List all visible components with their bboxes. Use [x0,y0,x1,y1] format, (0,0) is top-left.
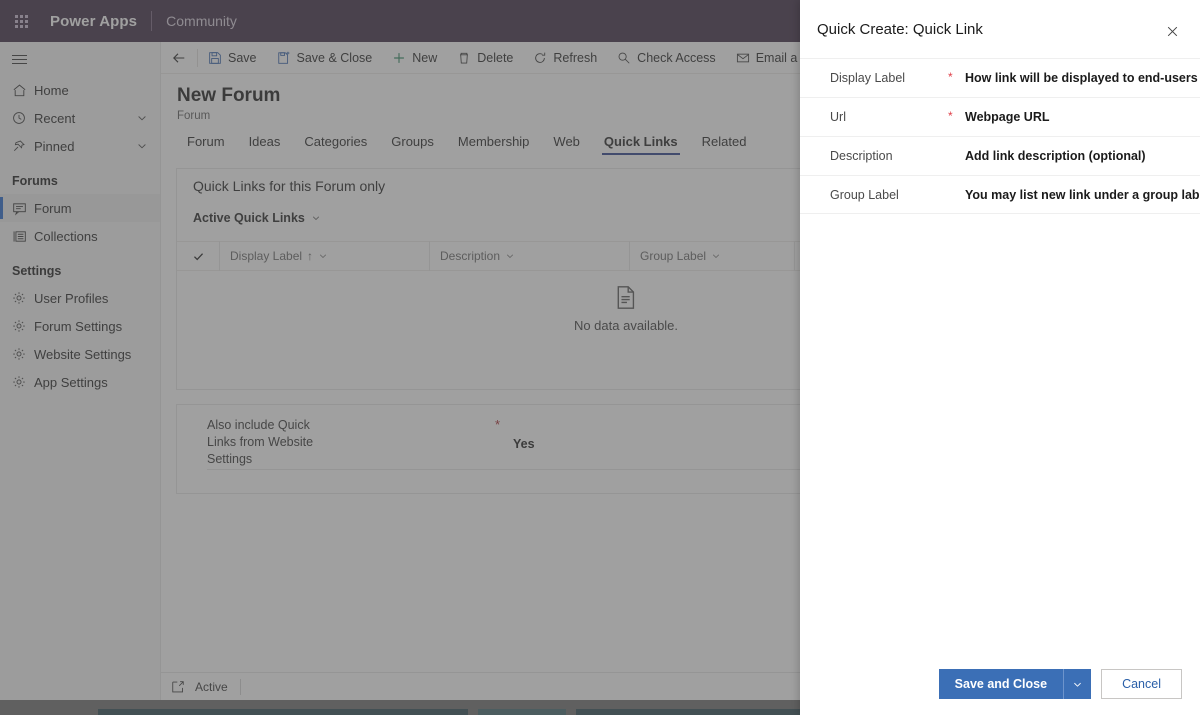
close-icon[interactable] [1158,18,1186,44]
app-root: Power Apps Community Home Recent [0,0,1200,715]
save-and-close-button[interactable]: Save and Close [938,669,1064,699]
required-marker: * [948,70,953,84]
url-input[interactable]: Webpage URL [965,110,1050,124]
save-and-close-split-button: Save and Close [938,669,1092,699]
panel-title: Quick Create: Quick Link [817,20,983,38]
panel-header: Quick Create: Quick Link [800,0,1200,58]
panel-footer: Save and Close Cancel [800,653,1200,715]
field-url[interactable]: Url * Webpage URL [800,97,1200,136]
field-label: Group Label [830,187,899,202]
field-description[interactable]: Description Add link description (option… [800,136,1200,175]
field-label: Url [830,110,846,124]
field-group-label[interactable]: Group Label You may list new link under … [800,175,1200,214]
panel-form: Display Label * How link will be display… [800,58,1200,653]
quick-create-panel: Quick Create: Quick Link Display Label *… [800,0,1200,715]
field-label: Display Label [830,71,906,85]
field-display-label[interactable]: Display Label * How link will be display… [800,58,1200,97]
required-marker: * [948,109,953,123]
cancel-button[interactable]: Cancel [1101,669,1182,699]
group-label-input[interactable]: You may list new link under a group labe… [965,188,1200,202]
save-options-chevron-down-icon[interactable] [1063,669,1092,699]
field-label: Description [830,149,893,163]
description-input[interactable]: Add link description (optional) [965,149,1146,163]
display-label-input[interactable]: How link will be displayed to end-users [965,71,1198,85]
